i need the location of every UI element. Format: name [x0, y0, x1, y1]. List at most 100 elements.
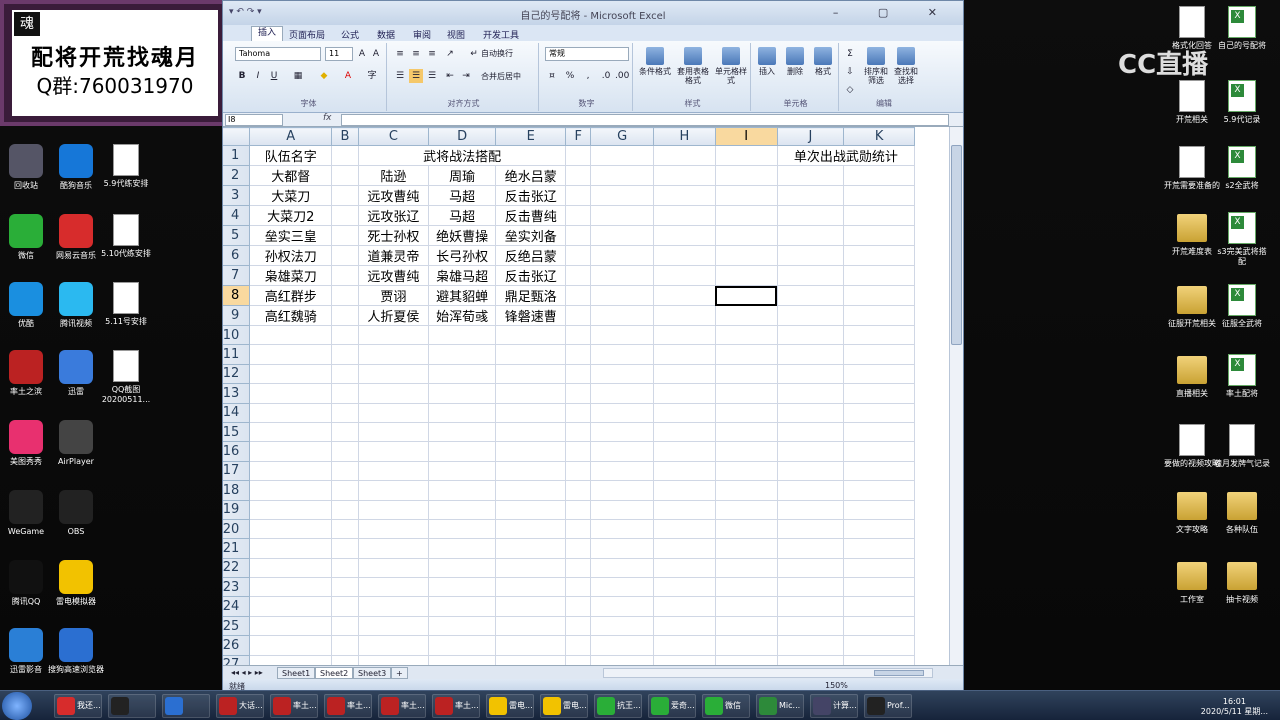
desktop-icon[interactable]: 5.10代练安排 [98, 214, 154, 259]
cell[interactable] [714, 205, 778, 226]
cell[interactable] [653, 480, 716, 501]
cell[interactable] [714, 185, 778, 206]
cell[interactable] [565, 596, 592, 617]
zoom-level[interactable]: 150% [825, 681, 848, 690]
cell[interactable] [714, 615, 778, 637]
cell[interactable]: 锋磐速曹 [495, 305, 567, 326]
desktop-icon[interactable]: 5.9代练安排 [98, 144, 154, 189]
orientation-icon[interactable]: ↗ [443, 47, 457, 61]
cell[interactable] [776, 577, 845, 598]
cell[interactable] [653, 383, 716, 404]
cell[interactable] [565, 441, 592, 462]
row-header[interactable]: 22 [223, 557, 251, 579]
desktop-icon[interactable]: 搜狗高速浏览器 [48, 628, 104, 675]
increase-indent-icon[interactable]: ⇥ [459, 69, 473, 83]
row-header[interactable]: 1 [223, 145, 251, 166]
taskbar-app-button[interactable]: 率土... [324, 694, 372, 718]
row-header[interactable]: 2 [223, 165, 251, 186]
cell[interactable] [776, 402, 845, 423]
row-header[interactable]: 25 [223, 615, 251, 637]
row-header[interactable]: 19 [223, 499, 251, 520]
cell[interactable] [565, 557, 592, 579]
cell[interactable] [249, 499, 333, 520]
cell[interactable] [590, 363, 655, 385]
cell[interactable] [249, 615, 333, 637]
fill-icon[interactable]: ⇩ [843, 65, 857, 79]
cell[interactable] [590, 654, 655, 665]
cell[interactable] [843, 285, 915, 306]
cell[interactable] [590, 596, 655, 617]
cell[interactable] [653, 165, 716, 186]
cell[interactable] [843, 615, 915, 637]
cell[interactable] [357, 596, 430, 617]
cell[interactable] [714, 265, 778, 286]
cell[interactable] [495, 363, 567, 385]
cell[interactable] [331, 402, 359, 423]
cell[interactable] [357, 499, 430, 520]
cell[interactable] [776, 596, 845, 617]
cell[interactable] [776, 205, 845, 226]
cell[interactable]: 始浑荀彧 [428, 305, 497, 326]
cell[interactable] [776, 557, 845, 579]
cell[interactable] [843, 499, 915, 520]
cell[interactable] [331, 538, 359, 559]
cell[interactable] [565, 460, 592, 482]
cell[interactable] [249, 480, 333, 501]
desktop-icon[interactable]: 自己的号配将 [1214, 6, 1270, 51]
cell[interactable]: 绝妖曹操 [428, 225, 497, 246]
tab-formulas[interactable]: 公式 [341, 28, 359, 41]
desktop-icon[interactable]: 腾讯QQ [0, 560, 54, 607]
cell[interactable] [590, 205, 655, 226]
font-name-combo[interactable]: Tahoma [235, 47, 321, 61]
row-header[interactable]: 8 [223, 285, 251, 306]
cell[interactable] [714, 421, 778, 443]
desktop-icon[interactable]: 工作室 [1164, 560, 1220, 605]
cell[interactable] [714, 480, 778, 501]
cell[interactable]: 反击张辽 [495, 265, 567, 286]
cell[interactable] [331, 596, 359, 617]
cell[interactable] [249, 324, 333, 346]
cell[interactable] [331, 577, 359, 598]
taskbar-app-button[interactable]: Mic... [756, 694, 804, 718]
horizontal-scrollbar[interactable] [603, 668, 933, 678]
cell[interactable] [495, 402, 567, 423]
cell[interactable] [776, 441, 845, 462]
cell[interactable] [331, 421, 359, 443]
cell[interactable]: 周瑜 [428, 165, 497, 186]
cell[interactable]: 大菜刀2 [249, 205, 333, 226]
cell[interactable] [776, 460, 845, 482]
cell[interactable] [843, 538, 915, 559]
clock[interactable]: 16:01 2020/5/11 星期... [1201, 697, 1268, 717]
cell[interactable] [590, 324, 655, 346]
sheet-tab-2[interactable]: Sheet2 [315, 667, 354, 679]
autosum-icon[interactable]: Σ [843, 47, 857, 61]
cell[interactable] [357, 480, 430, 501]
cell[interactable] [714, 402, 778, 423]
wrap-text-button[interactable]: 自动换行 [481, 48, 513, 59]
cell[interactable]: 贾诩 [357, 285, 430, 306]
percent-style-icon[interactable]: % [563, 69, 577, 83]
cell[interactable] [249, 460, 333, 482]
find-select-button[interactable]: 查找和选择 [891, 47, 921, 85]
taskbar-app-button[interactable]: Prof... [864, 694, 912, 718]
cell[interactable] [843, 225, 915, 246]
active-cell[interactable] [714, 285, 778, 306]
cell[interactable] [495, 557, 567, 579]
cell[interactable]: 反绝吕蒙 [495, 245, 567, 266]
cell[interactable] [843, 383, 915, 404]
cell[interactable] [428, 557, 497, 579]
desktop-icon[interactable]: 5.11号安排 [98, 282, 154, 327]
desktop-icon[interactable]: s2全武将 [1214, 146, 1270, 191]
row-header[interactable]: 3 [223, 185, 251, 206]
cell[interactable] [653, 344, 716, 365]
taskbar-app-button[interactable] [162, 694, 210, 718]
cell[interactable] [249, 518, 333, 540]
cell[interactable] [776, 185, 845, 206]
delete-cells-button[interactable]: 删除 [781, 47, 809, 76]
cell[interactable] [428, 460, 497, 482]
cell[interactable]: 陆逊 [357, 165, 430, 186]
cell[interactable] [357, 518, 430, 540]
cell[interactable] [590, 185, 655, 206]
cell[interactable]: 远攻张辽 [357, 205, 430, 226]
cell[interactable]: 马超 [428, 185, 497, 206]
